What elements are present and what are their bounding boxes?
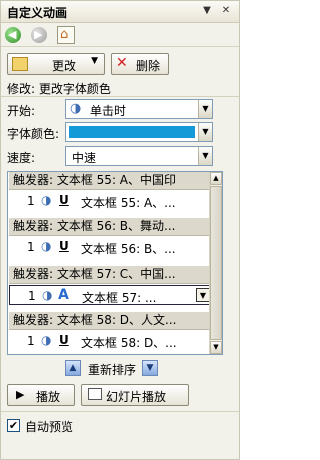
font-color-label: 字体颜色: xyxy=(7,127,60,141)
color-swatch xyxy=(69,126,195,138)
animation-item-selected[interactable]: 1 ◑ A 文本框 57: ... ▼ xyxy=(9,285,213,305)
modify-description: 修改: 更改字体颜色 xyxy=(7,82,111,96)
mouse-click-icon: ◑ xyxy=(41,333,52,347)
play-button-label: 播放 xyxy=(36,390,61,404)
change-effect-icon xyxy=(12,57,28,71)
navigation-bar: ◀ ▶ ⌂ xyxy=(1,23,239,47)
start-label: 开始: xyxy=(7,104,36,118)
speed-dropdown[interactable]: 中速 ▼ xyxy=(65,146,213,166)
font-color-dropdown[interactable]: ▼ xyxy=(65,122,213,142)
slideshow-button[interactable]: 幻灯片播放 xyxy=(81,384,189,406)
divider xyxy=(1,96,239,97)
pane-menu-icon[interactable]: ▼ xyxy=(200,4,214,18)
effect-order: 1 xyxy=(28,289,36,303)
scroll-down-icon[interactable]: ▼ xyxy=(210,341,222,354)
effect-target: 文本框 56: B、... xyxy=(81,242,176,256)
chevron-down-icon[interactable]: ▼ xyxy=(198,147,212,165)
slideshow-button-label: 幻灯片播放 xyxy=(106,390,167,404)
delete-x-icon: ✕ xyxy=(116,55,128,71)
animation-item[interactable]: 1 ◑ U 文本框 55: A、... xyxy=(9,191,213,211)
chevron-down-icon[interactable]: ▼ xyxy=(196,288,210,302)
vertical-scrollbar[interactable]: ▲ ▼ xyxy=(209,172,222,354)
play-icon: ▶ xyxy=(16,388,25,401)
mouse-click-icon: ◑ xyxy=(41,193,52,207)
reorder-down-icon[interactable]: ▼ xyxy=(142,360,158,376)
effect-target: 文本框 55: A、... xyxy=(81,196,176,210)
trigger-header[interactable]: 触发器: 文本框 55: A、中国印 xyxy=(9,172,213,190)
scroll-thumb[interactable] xyxy=(210,186,222,340)
change-button-label: 更改 xyxy=(52,59,77,73)
play-button[interactable]: ▶ 播放 xyxy=(7,384,75,406)
delete-button[interactable]: ✕ 删除 xyxy=(111,53,169,75)
underline-icon: U xyxy=(59,193,69,207)
start-value: 单击时 xyxy=(90,104,127,118)
effect-target: 文本框 58: D、... xyxy=(81,336,177,350)
mouse-click-icon: ◑ xyxy=(41,239,52,253)
custom-animation-pane: 自定义动画 ▼ ✕ ◀ ▶ ⌂ 更改 ▼ ✕ 删除 修改: 更改字体颜色 开始:… xyxy=(0,0,240,460)
divider xyxy=(1,411,239,412)
underline-icon: U xyxy=(59,239,69,253)
back-arrow-icon[interactable]: ◀ xyxy=(5,27,21,43)
reorder-up-icon[interactable]: ▲ xyxy=(65,360,81,376)
speed-value: 中速 xyxy=(72,151,97,165)
chevron-down-icon[interactable]: ▼ xyxy=(198,123,212,141)
delete-button-label: 删除 xyxy=(136,59,161,73)
close-icon[interactable]: ✕ xyxy=(219,4,233,18)
mouse-click-icon: ◑ xyxy=(42,288,53,302)
font-color-icon: A xyxy=(58,287,69,303)
autopreview-label: 自动预览 xyxy=(25,420,74,434)
autopreview-checkbox[interactable]: ✔ xyxy=(7,419,20,432)
title-bar: 自定义动画 ▼ ✕ xyxy=(1,1,239,23)
underline-icon: U xyxy=(59,333,69,347)
start-dropdown[interactable]: ◑ 单击时 ▼ xyxy=(65,99,213,119)
trigger-header[interactable]: 触发器: 文本框 56: B、舞动... xyxy=(9,218,213,236)
effect-target: 文本框 57: ... xyxy=(82,291,157,305)
animation-item[interactable]: 1 ◑ U 文本框 56: B、... xyxy=(9,237,213,257)
effect-order: 1 xyxy=(27,240,35,254)
pane-title: 自定义动画 xyxy=(7,6,68,20)
slideshow-icon xyxy=(88,388,102,400)
effect-order: 1 xyxy=(27,194,35,208)
trigger-header[interactable]: 触发器: 文本框 58: D、人文... xyxy=(9,312,213,330)
chevron-down-icon[interactable]: ▼ xyxy=(198,100,212,118)
speed-label: 速度: xyxy=(7,151,36,165)
chevron-down-icon: ▼ xyxy=(91,56,98,66)
effect-order: 1 xyxy=(27,334,35,348)
animation-item[interactable]: 1 ◑ U 文本框 58: D、... xyxy=(9,331,213,351)
trigger-header[interactable]: 触发器: 文本框 57: C、中国... xyxy=(9,266,213,284)
forward-arrow-icon[interactable]: ▶ xyxy=(31,27,47,43)
reorder-label: 重新排序 xyxy=(88,363,137,377)
scroll-up-icon[interactable]: ▲ xyxy=(210,172,222,185)
home-icon[interactable]: ⌂ xyxy=(57,26,75,44)
change-button[interactable]: 更改 ▼ xyxy=(7,53,105,75)
mouse-click-icon: ◑ xyxy=(70,101,82,116)
animation-list[interactable]: 触发器: 文本框 55: A、中国印 1 ◑ U 文本框 55: A、... 触… xyxy=(7,171,223,355)
